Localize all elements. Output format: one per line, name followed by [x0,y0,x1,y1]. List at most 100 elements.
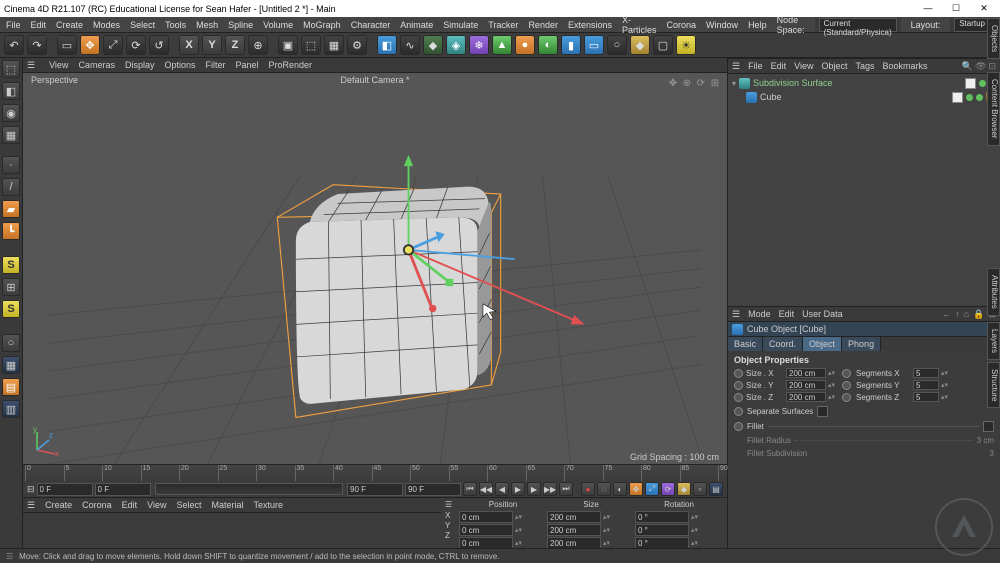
attr-mode[interactable]: Mode [748,309,771,319]
vtab-attributes[interactable]: Attributes [987,268,1000,316]
menu-tools[interactable]: Tools [165,20,186,30]
om-tags[interactable]: Tags [855,61,874,71]
tl-next-frame[interactable]: ▶ [527,482,541,496]
add-corona2[interactable]: ▢ [653,35,673,55]
attr-lock-icon[interactable]: 🔒 [973,309,984,320]
vis-editor-cube[interactable] [966,94,973,101]
node-space-dropdown[interactable]: Current (Standard/Physica) [819,18,897,32]
viewport-menu-icon[interactable]: ☰ [27,60,35,71]
menu-extensions[interactable]: Extensions [568,20,612,30]
tab-basic[interactable]: Basic [728,337,763,351]
rotate-tool[interactable]: ⟳ [126,35,146,55]
tree-row-cube[interactable]: Cube [732,90,996,104]
tl-play[interactable]: ▶ [511,482,525,496]
vp-menu-display[interactable]: Display [125,60,155,70]
menu-volume[interactable]: Volume [263,20,293,30]
last-tool[interactable]: ↺ [149,35,169,55]
tree-row-subdiv[interactable]: ▾ Subdivision Surface [732,76,996,90]
vtab-layers[interactable]: Layers [987,322,1000,360]
tl-motion[interactable]: ▤ [709,482,723,496]
tl-key-pos[interactable]: ✥ [629,482,643,496]
attr-back-icon[interactable]: ← [942,309,951,320]
viewport-shading[interactable]: ▦ [2,356,20,374]
rot-y[interactable] [635,524,689,536]
menu-help[interactable]: Help [748,20,767,30]
menu-mograph[interactable]: MoGraph [303,20,341,30]
vtab-objects[interactable]: Objects [987,18,1000,59]
material-menu-icon[interactable]: ☰ [27,500,35,511]
snap-s2[interactable]: S [2,300,20,318]
add-generator[interactable]: ◆ [423,35,443,55]
redo-button[interactable]: ↷ [27,35,47,55]
add-field[interactable]: ● [515,35,535,55]
menu-tracker[interactable]: Tracker [488,20,518,30]
snap-s[interactable]: S [2,256,20,274]
bullet-icon[interactable] [734,407,743,416]
tab-phong[interactable]: Phong [842,337,881,351]
mat-menu-corona[interactable]: Corona [82,500,112,510]
om-object[interactable]: Object [821,61,847,71]
edge-mode[interactable]: / [2,178,20,196]
attr-up-icon[interactable]: ↑ [955,309,960,320]
menu-select[interactable]: Select [130,20,155,30]
vtab-content[interactable]: Content Browser [987,72,1000,146]
add-mograph[interactable]: ▲ [492,35,512,55]
menu-corona[interactable]: Corona [667,20,697,30]
vp-nav-zoom-icon[interactable]: ⊕ [681,77,693,89]
axis-x[interactable]: X [179,35,199,55]
tl-key-param[interactable]: ◆ [677,482,691,496]
render-settings[interactable]: ⚙ [347,35,367,55]
model-mode[interactable]: ◧ [2,82,20,100]
menu-modes[interactable]: Modes [93,20,120,30]
vp-menu-options[interactable]: Options [164,60,195,70]
add-volume[interactable]: ❄ [469,35,489,55]
add-spline[interactable]: ∿ [400,35,420,55]
vp-menu-prorender[interactable]: ProRender [269,60,313,70]
attr-edit[interactable]: Edit [779,309,795,319]
tl-key-pla[interactable]: ▫ [693,482,707,496]
bullet-icon[interactable] [734,422,743,431]
tl-prev-key[interactable]: ◀◀ [479,482,493,496]
vp-menu-view[interactable]: View [49,60,68,70]
tree-label-subdiv[interactable]: Subdivision Surface [753,78,833,88]
om-edit[interactable]: Edit [771,61,787,71]
vp-menu-filter[interactable]: Filter [206,60,226,70]
tree-expand-icon[interactable]: ▾ [732,79,736,88]
coord-system[interactable]: ⊕ [248,35,268,55]
bullet-icon[interactable] [842,381,851,390]
menu-render[interactable]: Render [528,20,558,30]
mat-menu-material[interactable]: Material [212,500,244,510]
seg-y-input[interactable] [913,380,939,390]
render-region[interactable]: ⬚ [301,35,321,55]
mat-menu-create[interactable]: Create [45,500,72,510]
menu-mesh[interactable]: Mesh [196,20,218,30]
menu-window[interactable]: Window [706,20,738,30]
add-environment[interactable]: ▮ [561,35,581,55]
tl-key-rot[interactable]: ⟳ [661,482,675,496]
seg-x-input[interactable] [913,368,939,378]
tab-coord[interactable]: Coord. [763,337,803,351]
isoline-mode[interactable]: ▥ [2,400,20,418]
size-x[interactable] [547,511,601,523]
axis-y[interactable]: Y [202,35,222,55]
om-file[interactable]: File [748,61,763,71]
move-tool[interactable]: ✥ [80,35,100,55]
axis-mode[interactable]: ┗ [2,222,20,240]
workplane-mode[interactable]: ▦ [2,126,20,144]
menu-character[interactable]: Character [351,20,391,30]
scale-tool[interactable]: ⤢ [103,35,123,55]
mat-menu-select[interactable]: Select [177,500,202,510]
bullet-icon[interactable] [734,369,743,378]
seg-z-input[interactable] [913,392,939,402]
pos-x[interactable] [459,511,513,523]
pos-y[interactable] [459,524,513,536]
object-manager[interactable]: ▾ Subdivision Surface Cube [728,74,1000,306]
tl-key-scale[interactable]: ⤢ [645,482,659,496]
tab-object[interactable]: Object [803,337,842,351]
om-search-icon[interactable]: 🔍 [962,61,973,72]
add-camera[interactable]: ▭ [584,35,604,55]
tl-goto-end[interactable]: ⏭ [559,482,573,496]
add-deformer[interactable]: ◐ [538,35,558,55]
menu-simulate[interactable]: Simulate [443,20,478,30]
add-tag[interactable]: ☀ [676,35,696,55]
